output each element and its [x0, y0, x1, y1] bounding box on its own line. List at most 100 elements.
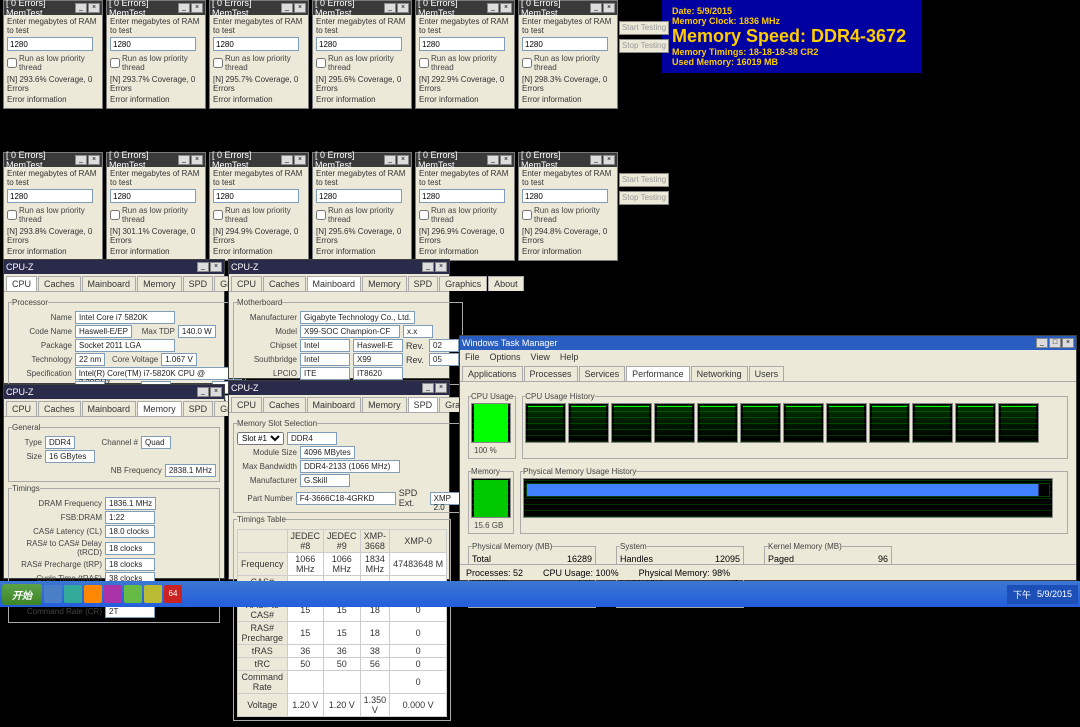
taskbar-icon[interactable]	[84, 585, 102, 603]
stop-testing-button[interactable]: Stop Testing	[619, 39, 669, 53]
titlebar[interactable]: [ 0 Errors] MemTest_×	[210, 153, 308, 167]
menu-view[interactable]: View	[531, 352, 550, 362]
close-icon[interactable]: ×	[294, 3, 306, 13]
titlebar[interactable]: [ 0 Errors] MemTest_×	[313, 153, 411, 167]
close-icon[interactable]: ×	[397, 155, 409, 165]
tab-mainboard[interactable]: Mainboard	[82, 276, 137, 291]
memtest-window[interactable]: [ 0 Errors] MemTest_× Enter megabytes of…	[518, 152, 618, 261]
cpuz-spd-window[interactable]: CPU-Z_× CPUCachesMainboardMemorySPDGraph…	[228, 380, 450, 580]
tab-mainboard[interactable]: Mainboard	[307, 397, 362, 412]
tab-spd[interactable]: SPD	[183, 401, 214, 416]
low-priority-checkbox[interactable]: Run as low priority thread	[522, 206, 614, 224]
close-icon[interactable]: ×	[397, 3, 409, 13]
taskbar-icon[interactable]	[124, 585, 142, 603]
low-priority-checkbox[interactable]: Run as low priority thread	[213, 206, 305, 224]
tab-spd[interactable]: SPD	[183, 276, 214, 291]
close-icon[interactable]: ×	[500, 3, 512, 13]
minimize-icon[interactable]: _	[178, 3, 190, 13]
taskbar-icon[interactable]	[44, 585, 62, 603]
cpuz-memory-window[interactable]: CPU-Z_× CPUCachesMainboardMemorySPDGraph…	[3, 384, 225, 579]
tab-networking[interactable]: Networking	[691, 366, 748, 381]
titlebar[interactable]: [ 0 Errors] MemTest_×	[313, 1, 411, 15]
minimize-icon[interactable]: _	[281, 3, 293, 13]
tab-caches[interactable]: Caches	[38, 401, 81, 416]
cpuz-cpu-window[interactable]: CPU-Z_× CPUCachesMainboardMemorySPDGraph…	[3, 259, 225, 384]
tab-memory[interactable]: Memory	[362, 276, 407, 291]
ram-amount-input[interactable]	[213, 37, 299, 51]
titlebar[interactable]: [ 0 Errors] MemTest_×	[519, 153, 617, 167]
ram-amount-input[interactable]	[522, 37, 608, 51]
tab-memory[interactable]: Memory	[137, 276, 182, 291]
memtest-window[interactable]: [ 0 Errors] MemTest_× Enter megabytes of…	[312, 152, 412, 261]
tab-caches[interactable]: Caches	[38, 276, 81, 291]
tab-users[interactable]: Users	[749, 366, 785, 381]
start-button[interactable]: 开始	[2, 584, 42, 605]
tab-performance[interactable]: Performance	[626, 366, 690, 381]
tab-spd[interactable]: SPD	[408, 276, 439, 291]
close-icon[interactable]: ×	[1062, 338, 1074, 348]
memtest-window[interactable]: [ 0 Errors] MemTest_× Enter megabytes of…	[106, 0, 206, 109]
tab-graphics[interactable]: Graphics	[439, 276, 487, 291]
tab-spd[interactable]: SPD	[408, 397, 439, 412]
ram-amount-input[interactable]	[419, 189, 505, 203]
system-tray[interactable]: 下午5/9/2015	[1007, 585, 1078, 604]
memtest-window[interactable]: [ 0 Errors] MemTest_× Enter megabytes of…	[3, 152, 103, 261]
low-priority-checkbox[interactable]: Run as low priority thread	[522, 54, 614, 72]
close-icon[interactable]: ×	[603, 155, 615, 165]
memtest-window[interactable]: [ 0 Errors] MemTest_× Enter megabytes of…	[106, 152, 206, 261]
memtest-window[interactable]: [ 0 Errors] MemTest_× Enter megabytes of…	[209, 0, 309, 109]
tab-caches[interactable]: Caches	[263, 276, 306, 291]
ram-amount-input[interactable]	[110, 189, 196, 203]
titlebar[interactable]: [ 0 Errors] MemTest_×	[416, 153, 514, 167]
minimize-icon[interactable]: _	[590, 155, 602, 165]
cpuz-mainboard-window[interactable]: CPU-Z_× CPUCachesMainboardMemorySPDGraph…	[228, 259, 450, 379]
ram-amount-input[interactable]	[316, 189, 402, 203]
titlebar[interactable]: CPU-Z_×	[4, 260, 224, 274]
close-icon[interactable]: ×	[210, 262, 222, 272]
low-priority-checkbox[interactable]: Run as low priority thread	[7, 54, 99, 72]
task-manager-window[interactable]: Windows Task Manager_□× FileOptionsViewH…	[459, 335, 1077, 581]
minimize-icon[interactable]: _	[590, 3, 602, 13]
taskbar-icon[interactable]	[144, 585, 162, 603]
low-priority-checkbox[interactable]: Run as low priority thread	[316, 206, 408, 224]
tab-memory[interactable]: Memory	[137, 401, 182, 416]
menu-options[interactable]: Options	[490, 352, 521, 362]
ram-amount-input[interactable]	[110, 37, 196, 51]
titlebar[interactable]: [ 0 Errors] MemTest_×	[107, 1, 205, 15]
close-icon[interactable]: ×	[500, 155, 512, 165]
minimize-icon[interactable]: _	[1036, 338, 1048, 348]
titlebar[interactable]: [ 0 Errors] MemTest_×	[416, 1, 514, 15]
low-priority-checkbox[interactable]: Run as low priority thread	[316, 54, 408, 72]
memtest-window[interactable]: [ 0 Errors] MemTest_× Enter megabytes of…	[415, 152, 515, 261]
windows-taskbar[interactable]: 开始 64 下午5/9/2015	[0, 581, 1080, 607]
titlebar[interactable]: [ 0 Errors] MemTest_×	[4, 1, 102, 15]
minimize-icon[interactable]: _	[487, 155, 499, 165]
minimize-icon[interactable]: _	[281, 155, 293, 165]
tm-menu[interactable]: FileOptionsViewHelp	[460, 350, 1076, 364]
titlebar[interactable]: [ 0 Errors] MemTest_×	[4, 153, 102, 167]
close-icon[interactable]: ×	[191, 3, 203, 13]
tab-mainboard[interactable]: Mainboard	[82, 401, 137, 416]
taskbar-icon[interactable]: 64	[164, 585, 182, 603]
start-testing-button[interactable]: Start Testing	[619, 21, 669, 35]
tab-caches[interactable]: Caches	[263, 397, 306, 412]
maximize-icon[interactable]: □	[1049, 338, 1061, 348]
taskbar-icon[interactable]	[104, 585, 122, 603]
tab-cpu[interactable]: CPU	[231, 397, 262, 412]
minimize-icon[interactable]: _	[384, 3, 396, 13]
minimize-icon[interactable]: _	[75, 155, 87, 165]
minimize-icon[interactable]: _	[178, 155, 190, 165]
tab-applications[interactable]: Applications	[462, 366, 523, 381]
low-priority-checkbox[interactable]: Run as low priority thread	[110, 54, 202, 72]
close-icon[interactable]: ×	[88, 155, 100, 165]
titlebar[interactable]: [ 0 Errors] MemTest_×	[210, 1, 308, 15]
memtest-window[interactable]: [ 0 Errors] MemTest_× Enter megabytes of…	[209, 152, 309, 261]
low-priority-checkbox[interactable]: Run as low priority thread	[213, 54, 305, 72]
ram-amount-input[interactable]	[7, 37, 93, 51]
minimize-icon[interactable]: _	[384, 155, 396, 165]
slot-select[interactable]: Slot #1	[237, 432, 284, 445]
minimize-icon[interactable]: _	[75, 3, 87, 13]
tab-cpu[interactable]: CPU	[231, 276, 262, 291]
memtest-window[interactable]: [ 0 Errors] MemTest_× Enter megabytes of…	[415, 0, 515, 109]
ram-amount-input[interactable]	[213, 189, 299, 203]
